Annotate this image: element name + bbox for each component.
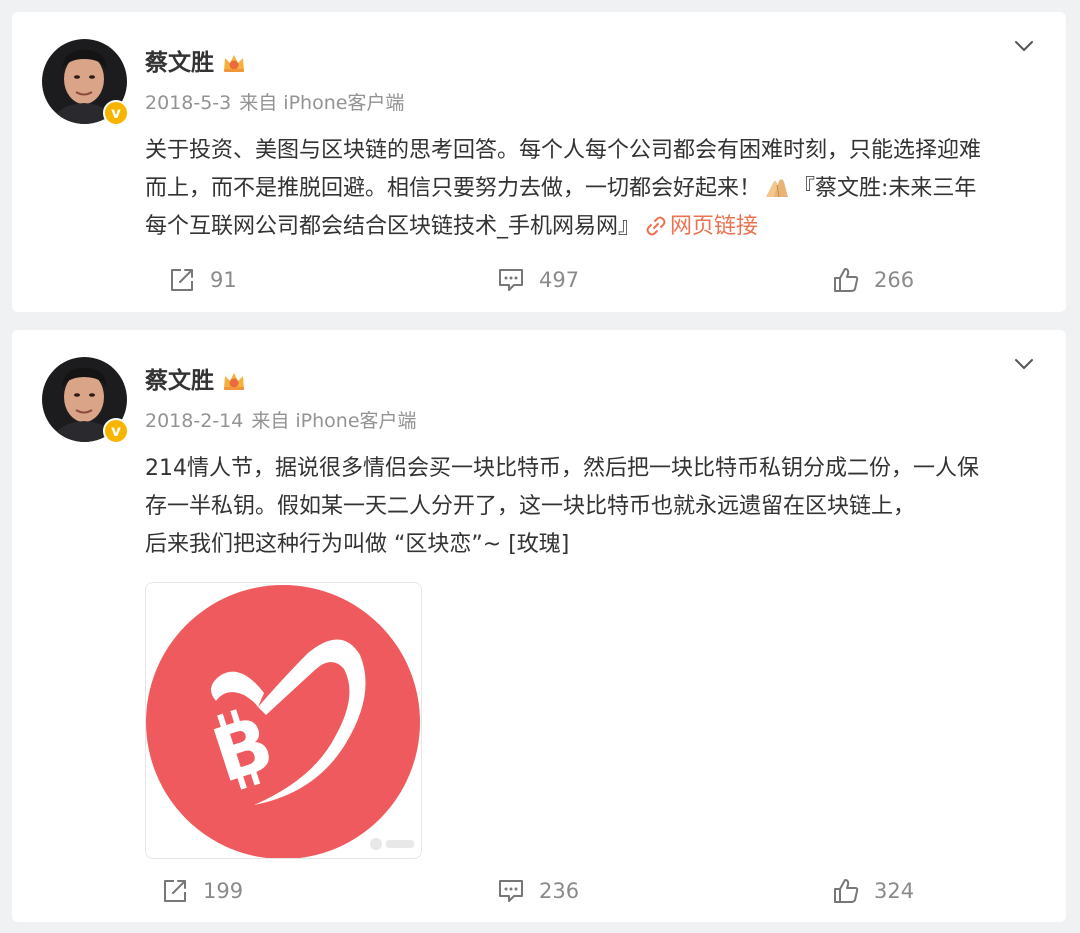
bitcoin-heart-icon: B	[146, 585, 420, 858]
post-text-line: 214情人节，据说很多情侣会买一块比特币，然后把一块比特币私钥分成二份，一人保	[145, 456, 979, 481]
comment-icon	[499, 880, 523, 902]
post-meta: 2018-2-14 来自 iPhone客户端	[145, 408, 425, 434]
like-count: 266	[874, 268, 915, 292]
thumbs-up-icon	[834, 268, 859, 292]
author-name[interactable]: 蔡文胜	[145, 48, 214, 78]
post-text-line: 而上，而不是推脱回避。相信只要努力去做，一切都会好起来！ 『蔡文胜:未来三年	[145, 176, 977, 201]
like-button[interactable]: 266	[832, 260, 914, 300]
praying-hands-emoji-icon	[766, 179, 789, 198]
repost-count: 199	[203, 879, 244, 903]
post-text-line: 存一半私钥。假如某一天二人分开了，这一块比特币也就永远遗留在区块链上，	[145, 494, 916, 519]
vip-crown-icon[interactable]	[221, 368, 247, 394]
vip-crown-icon[interactable]	[221, 50, 247, 76]
weibo-feed: v 蔡文胜 2018-5-3 来自 iPhone客户端 关于投资、美图与区块链的思…	[0, 0, 1080, 933]
post-image[interactable]: B	[145, 582, 422, 859]
repost-button[interactable]: 91	[168, 260, 237, 300]
like-count: 324	[874, 879, 915, 903]
post-actions: 91 497 266	[12, 260, 1066, 300]
post-text: 214情人节，据说很多情侣会买一块比特币，然后把一块比特币私钥分成二份，一人保 …	[145, 450, 1035, 564]
web-link[interactable]: 网页链接	[640, 214, 758, 239]
post-card: v 蔡文胜 2018-2-14 来自 iPhone客户端 214情人节，据说很多情…	[12, 330, 1066, 922]
avatar[interactable]: v	[42, 357, 129, 444]
like-button[interactable]: 324	[832, 871, 914, 911]
post-date[interactable]: 2018-5-3	[145, 92, 231, 114]
repost-icon	[164, 880, 186, 902]
post-source: 来自 iPhone客户端	[251, 410, 417, 432]
chevron-down-icon[interactable]	[1012, 352, 1036, 376]
post-actions: 199 236 324	[12, 871, 1066, 911]
post-meta: 2018-5-3 来自 iPhone客户端	[145, 90, 412, 116]
verified-badge-icon: v	[103, 418, 129, 444]
post-text: 关于投资、美图与区块链的思考回答。每个人每个公司都会有困难时刻，只能选择迎难 而…	[145, 132, 1035, 246]
post-text-line: 关于投资、美图与区块链的思考回答。每个人每个公司都会有困难时刻，只能选择迎难	[145, 138, 982, 163]
verified-badge-icon: v	[103, 100, 129, 126]
post-date[interactable]: 2018-2-14	[145, 410, 243, 432]
thumbs-up-icon	[834, 879, 859, 903]
comment-icon	[499, 269, 523, 291]
repost-button[interactable]: 199	[161, 871, 243, 911]
comment-button[interactable]: 236	[497, 871, 579, 911]
comment-count: 497	[539, 268, 580, 292]
avatar[interactable]: v	[42, 39, 129, 126]
repost-count: 91	[210, 268, 237, 292]
post-card: v 蔡文胜 2018-5-3 来自 iPhone客户端 关于投资、美图与区块链的思…	[12, 12, 1066, 312]
web-link-label: 网页链接	[670, 214, 759, 239]
post-source: 来自 iPhone客户端	[239, 92, 405, 114]
post-text-line: 每个互联网公司都会结合区块链技术_手机网易网』 网页链接	[145, 214, 759, 239]
comment-button[interactable]: 497	[497, 260, 579, 300]
link-icon	[646, 216, 666, 236]
comment-count: 236	[539, 879, 580, 903]
author-name[interactable]: 蔡文胜	[145, 366, 214, 396]
chevron-down-icon[interactable]	[1012, 34, 1036, 58]
repost-icon	[171, 269, 193, 291]
post-text-line: 后来我们把这种行为叫做 “区块恋”~ [玫瑰]	[145, 532, 570, 557]
